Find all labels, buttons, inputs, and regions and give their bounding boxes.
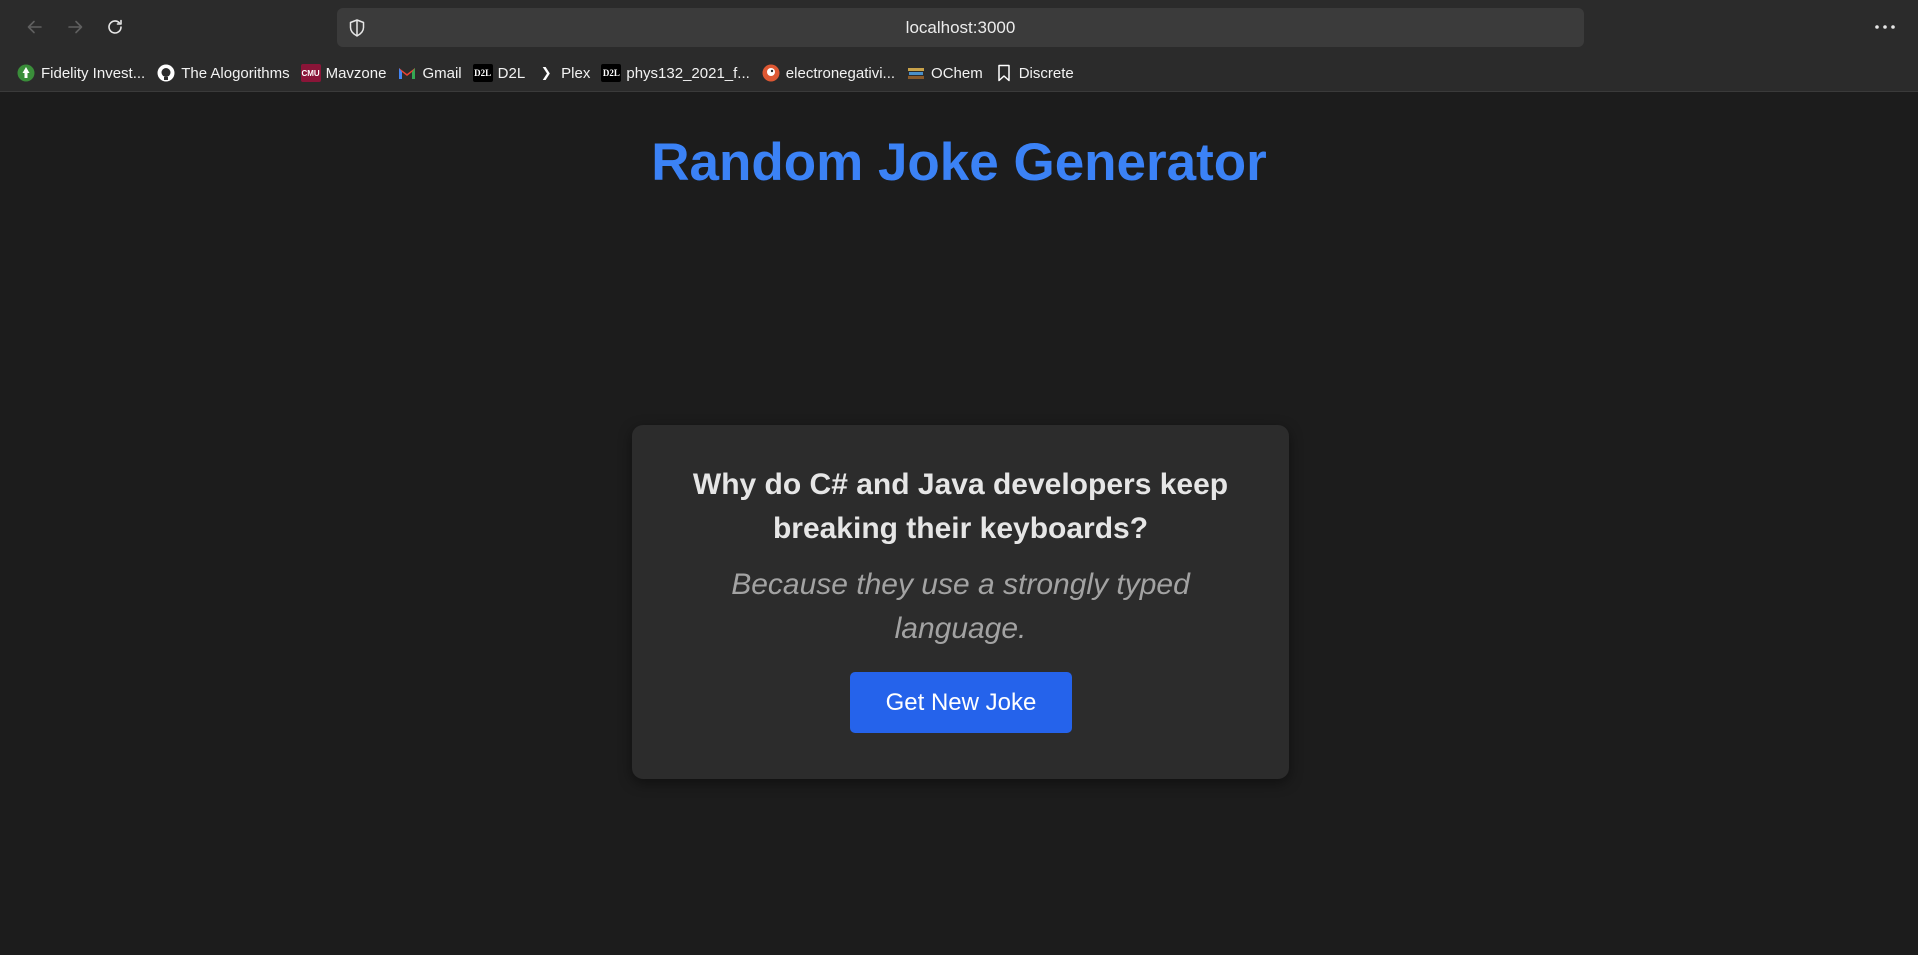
joke-card: Why do C# and Java developers keep break… — [632, 425, 1289, 779]
joke-setup: Why do C# and Java developers keep break… — [692, 468, 1229, 545]
bookmark-plex[interactable]: ❯ Plex — [534, 59, 599, 87]
fidelity-icon — [16, 64, 36, 82]
arrow-right-icon — [68, 20, 83, 34]
d2l-icon: D2L — [601, 64, 622, 82]
reload-button[interactable] — [101, 13, 129, 41]
arrow-left-icon — [27, 20, 42, 34]
menu-button[interactable] — [1870, 14, 1900, 40]
forward-button[interactable] — [61, 13, 89, 41]
bookmark-label: Mavzone — [325, 64, 387, 82]
bookmark-icon — [994, 64, 1014, 82]
bookmark-label: Gmail — [422, 64, 462, 82]
bookmark-mavzone[interactable]: CMU Mavzone — [299, 59, 396, 87]
get-new-joke-button[interactable]: Get New Joke — [850, 672, 1072, 733]
bookmark-ochem[interactable]: OChem — [904, 59, 992, 87]
bookmark-label: Fidelity Invest... — [41, 64, 146, 82]
bookmark-label: electronegativi... — [785, 64, 896, 82]
cmu-icon: CMU — [300, 64, 321, 82]
bookmark-fidelity[interactable]: Fidelity Invest... — [14, 59, 154, 87]
more-horizontal-icon — [1875, 25, 1895, 29]
plex-icon: ❯ — [540, 65, 552, 80]
books-icon — [906, 64, 926, 82]
bookmark-d2l[interactable]: D2L D2L — [471, 59, 535, 87]
github-icon — [156, 64, 176, 82]
bookmark-label: phys132_2021_f... — [626, 64, 750, 82]
bookmark-discrete[interactable]: Discrete — [992, 59, 1083, 87]
address-bar[interactable]: localhost:3000 — [337, 8, 1584, 47]
gmail-icon — [397, 64, 417, 82]
reload-icon — [108, 19, 122, 34]
browser-toolbar: localhost:3000 — [0, 0, 1918, 55]
address-url[interactable]: localhost:3000 — [337, 8, 1584, 47]
bookmark-label: The Alogorithms — [181, 64, 290, 82]
page-title: Random Joke Generator — [651, 133, 1267, 192]
d2l-icon: D2L — [472, 64, 493, 82]
bookmark-label: OChem — [931, 64, 983, 82]
bookmark-label: D2L — [497, 64, 526, 82]
bookmark-label: Discrete — [1018, 64, 1074, 82]
bookmarks-bar: Fidelity Invest... The Alogorithms CMU M… — [0, 55, 1918, 92]
bookmark-electronegativity[interactable]: electronegativi... — [759, 59, 904, 87]
bookmark-gmail[interactable]: Gmail — [395, 59, 470, 87]
bookmark-label: Plex — [561, 64, 591, 82]
page-content: Random Joke Generator Why do C# and Java… — [0, 92, 1918, 955]
back-button[interactable] — [21, 13, 49, 41]
bookmark-the-algorithms[interactable]: The Alogorithms — [154, 59, 298, 87]
bookmark-phys132[interactable]: D2L phys132_2021_f... — [599, 59, 758, 87]
joke-punchline: Because they use a strongly typed langua… — [731, 568, 1190, 645]
duckduckgo-icon — [761, 64, 781, 82]
